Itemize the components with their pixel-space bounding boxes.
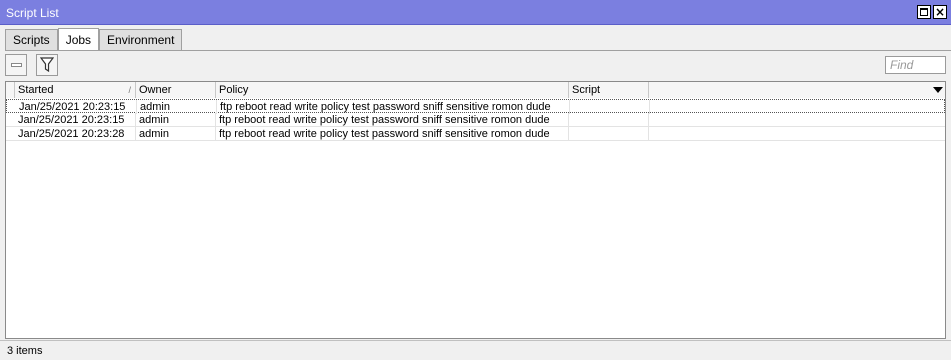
table-row[interactable]: Jan/25/2021 20:23:15 admin ftp reboot re… xyxy=(6,113,945,127)
tab-bar: Scripts Jobs Environment xyxy=(5,28,183,51)
cell-owner: admin xyxy=(137,100,217,114)
column-header-script[interactable]: Script xyxy=(569,82,649,98)
table-header: Started / Owner Policy Script xyxy=(6,82,945,98)
column-header-owner[interactable]: Owner xyxy=(136,82,216,98)
cell-script xyxy=(569,127,649,141)
column-header-policy[interactable]: Policy xyxy=(216,82,569,98)
cell-started: Jan/25/2021 20:23:15 xyxy=(15,113,136,127)
filter-button[interactable] xyxy=(36,54,58,76)
filter-icon xyxy=(40,57,54,73)
column-chooser-icon[interactable] xyxy=(932,84,944,96)
window-titlebar[interactable]: Script List × xyxy=(0,0,951,25)
cell-policy: ftp reboot read write policy test passwo… xyxy=(216,127,569,141)
find-input[interactable]: Find xyxy=(885,56,946,74)
remove-button[interactable] xyxy=(5,54,27,76)
cell-policy: ftp reboot read write policy test passwo… xyxy=(217,100,570,114)
sort-icon: / xyxy=(128,85,131,95)
cell-script xyxy=(570,100,650,114)
cell-policy: ftp reboot read write policy test passwo… xyxy=(216,113,569,127)
close-icon: × xyxy=(934,5,946,19)
toolbar xyxy=(0,51,951,79)
window-title: Script List xyxy=(6,6,59,20)
item-count: 3 items xyxy=(7,345,43,357)
status-bar: 3 items xyxy=(0,340,951,360)
cell-started: Jan/25/2021 20:23:15 xyxy=(16,100,137,114)
tab-environment[interactable]: Environment xyxy=(99,29,183,50)
header-spacer xyxy=(6,82,15,98)
tab-jobs[interactable]: Jobs xyxy=(57,28,100,51)
table-row[interactable]: Jan/25/2021 20:23:15 admin ftp reboot re… xyxy=(6,99,945,114)
cell-owner: admin xyxy=(136,127,216,141)
restore-button[interactable] xyxy=(917,5,931,19)
column-header-empty xyxy=(649,82,945,98)
jobs-table: Started / Owner Policy Script Jan/25/202… xyxy=(5,81,946,339)
cell-started: Jan/25/2021 20:23:28 xyxy=(15,127,136,141)
minus-icon xyxy=(10,63,22,67)
restore-icon xyxy=(920,8,928,16)
cell-owner: admin xyxy=(136,113,216,127)
table-row[interactable]: Jan/25/2021 20:23:28 admin ftp reboot re… xyxy=(6,127,945,141)
close-button[interactable]: × xyxy=(933,5,947,19)
tab-scripts[interactable]: Scripts xyxy=(5,29,58,50)
column-header-started[interactable]: Started / xyxy=(15,82,136,98)
cell-script xyxy=(569,113,649,127)
